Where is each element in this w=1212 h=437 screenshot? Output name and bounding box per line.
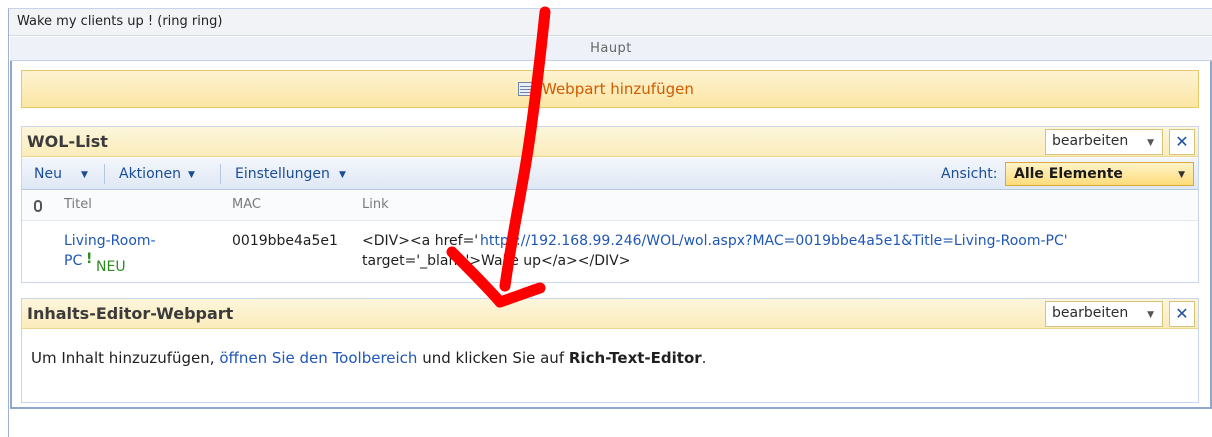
add-webpart-label: Webpart hinzufügen	[542, 80, 694, 98]
mac-value: 0019bbe4a5e1	[232, 233, 338, 249]
message-text: Um Inhalt hinzuzufügen,	[31, 349, 220, 367]
link-code-prefix: <DIV><a href='	[362, 233, 479, 249]
open-toolpane-link[interactable]: öffnen Sie den Toolbereich	[219, 349, 417, 367]
content-editor-title[interactable]: Inhalts-Editor-Webpart	[27, 304, 233, 323]
edit-label: bearbeiten	[1052, 133, 1129, 149]
wol-list-title[interactable]: WOL-List	[27, 132, 108, 151]
actions-dropdown-icon: ▼	[188, 170, 195, 180]
message-text: .	[701, 349, 707, 367]
content-editor-titlebar: Inhalts-Editor-Webpart bearbeiten ▼ ✕	[22, 299, 1198, 329]
wol-list-close-button[interactable]: ✕	[1169, 129, 1195, 155]
content-editor-edit-menu[interactable]: bearbeiten ▼	[1045, 301, 1163, 327]
actions-label: Aktionen	[119, 166, 181, 182]
close-icon: ✕	[1175, 132, 1189, 151]
webpart-list-icon	[518, 82, 533, 96]
view-value: Alle Elemente	[1014, 166, 1123, 182]
item-title-link-cont[interactable]: PC	[64, 253, 82, 269]
new-badge: NEU	[96, 259, 126, 275]
toolbar-divider	[220, 164, 221, 184]
content-editor-message: Um Inhalt hinzuzufügen, öffnen Sie den T…	[31, 349, 706, 367]
toolbar-divider	[104, 164, 105, 184]
content-editor-close-button[interactable]: ✕	[1169, 301, 1195, 327]
wol-list-webpart: WOL-List bearbeiten ▼ ✕ Neu ▼ Aktionen ▼…	[21, 126, 1199, 283]
settings-menu[interactable]: Einstellungen	[235, 166, 330, 182]
chevron-down-icon: ▼	[1147, 310, 1154, 320]
settings-dropdown-icon: ▼	[339, 170, 346, 180]
wol-list-edit-menu[interactable]: bearbeiten ▼	[1045, 129, 1163, 155]
list-toolbar: Neu ▼ Aktionen ▼ Einstellungen ▼ Ansicht…	[22, 158, 1198, 190]
chevron-down-icon: ▼	[1147, 138, 1154, 148]
view-select[interactable]: Alle Elemente ▼	[1005, 162, 1194, 186]
actions-menu[interactable]: Aktionen	[119, 166, 181, 182]
content-editor-webpart: Inhalts-Editor-Webpart bearbeiten ▼ ✕ Um…	[21, 298, 1199, 403]
page-title: Wake my clients up ! (ring ring)	[17, 14, 223, 29]
new-dropdown-icon[interactable]: ▼	[81, 170, 88, 180]
chevron-down-icon: ▼	[1178, 170, 1185, 180]
item-title-link[interactable]: Living-Room-	[64, 233, 156, 249]
new-item-icon: !	[86, 251, 93, 267]
list-header-row: Titel MAC Link	[22, 191, 1198, 221]
edit-label: bearbeiten	[1052, 305, 1129, 321]
settings-label: Einstellungen	[235, 166, 330, 182]
new-menu[interactable]: Neu	[34, 166, 62, 182]
new-label: Neu	[34, 166, 62, 182]
column-header-link[interactable]: Link	[362, 197, 389, 212]
rich-text-editor-label: Rich-Text-Editor	[568, 349, 702, 367]
wol-list-titlebar: WOL-List bearbeiten ▼ ✕	[22, 127, 1198, 157]
view-label: Ansicht:	[941, 166, 998, 182]
column-header-title[interactable]: Titel	[64, 197, 92, 212]
link-code-suffix: target='_blank'>Wake up</a></DIV>	[362, 253, 631, 269]
column-header-mac[interactable]: MAC	[232, 197, 261, 212]
message-text: und klicken Sie auf	[417, 349, 569, 367]
wol-url-link[interactable]: https://192.168.99.246/WOL/wol.aspx?MAC=…	[480, 233, 1068, 249]
add-webpart-button[interactable]: Webpart hinzufügen	[21, 70, 1199, 108]
zone-header: Haupt	[10, 37, 1212, 61]
zone-title: Haupt	[590, 41, 632, 56]
table-row: Living-Room- PC ! NEU 0019bbe4a5e1 <DIV>…	[22, 222, 1198, 282]
attachment-icon	[34, 200, 42, 212]
close-icon: ✕	[1175, 304, 1189, 323]
title-bar: Wake my clients up ! (ring ring)	[9, 9, 1212, 36]
